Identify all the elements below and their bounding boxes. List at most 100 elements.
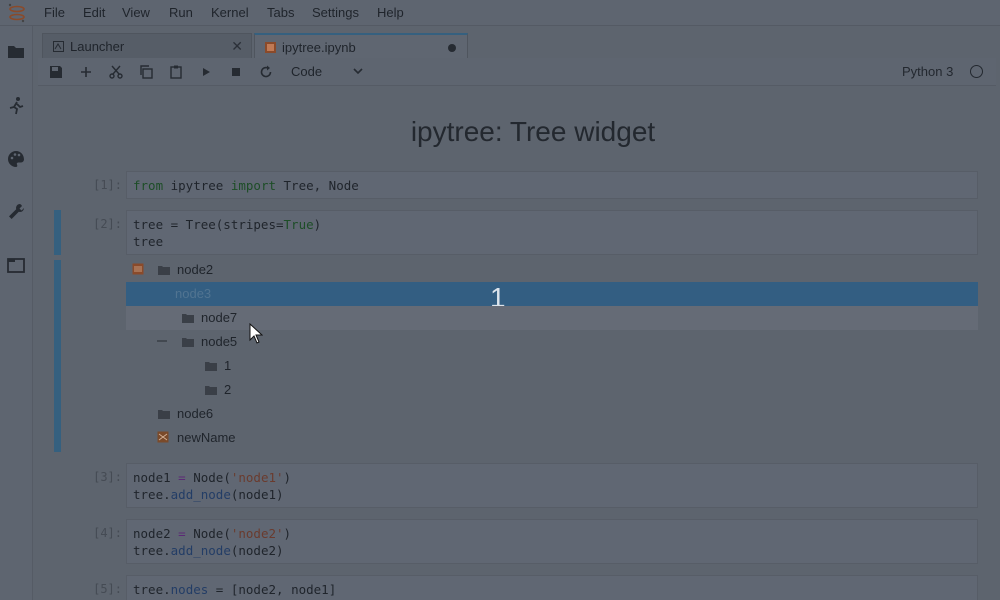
code-token: nodes	[170, 582, 209, 597]
folder-icon	[205, 362, 217, 371]
code-token: import	[230, 178, 276, 193]
checkbox-icon[interactable]	[132, 263, 144, 275]
cut-icon[interactable]	[108, 64, 124, 80]
tree-node-label: node2	[177, 262, 214, 277]
code-token: 'node2'	[230, 526, 284, 541]
menu-run[interactable]: Run	[169, 5, 193, 21]
tabs-icon[interactable]	[6, 255, 26, 275]
close-icon[interactable]: ✕	[231, 38, 243, 55]
palette-icon[interactable]	[6, 149, 26, 169]
menu-file[interactable]: File	[44, 5, 65, 21]
tree-node-label: node5	[201, 334, 238, 349]
folder-icon	[182, 338, 194, 347]
notebook-icon	[265, 42, 276, 53]
output-collapser[interactable]	[54, 260, 61, 452]
tree-node[interactable]: 2	[126, 378, 978, 402]
code-token: node2	[133, 526, 179, 541]
code-token: from	[133, 178, 164, 193]
leaf-icon	[157, 431, 169, 443]
code-cell[interactable]: tree = Tree(stripes=True) tree	[126, 210, 978, 255]
menu-edit[interactable]: Edit	[83, 5, 105, 21]
tree-widget[interactable]: node2 node3 1 node7 node5 1 2 node6 newN…	[126, 258, 978, 462]
left-sidebar	[0, 26, 33, 600]
save-icon[interactable]	[48, 64, 64, 80]
code-token: Node(	[185, 470, 231, 485]
main-area: Launcher ✕ ipytree.ipynb Code Python 3 i…	[38, 26, 996, 600]
menu-tabs[interactable]: Tabs	[267, 5, 294, 21]
folder-icon	[205, 386, 217, 395]
code-token: node1	[133, 470, 179, 485]
notebook-panel[interactable]: ipytree: Tree widget [1]: from ipytree i…	[38, 86, 996, 600]
cell-type-select[interactable]: Code	[291, 64, 322, 79]
menu-view[interactable]: View	[122, 5, 150, 21]
tree-node[interactable]: 1	[126, 354, 978, 378]
code-token: 'node1'	[230, 470, 284, 485]
code-token: ipytree	[163, 178, 231, 193]
jupyter-logo-icon[interactable]	[6, 2, 28, 24]
cell-prompt: [5]:	[93, 582, 122, 596]
wrench-icon[interactable]	[6, 202, 26, 222]
code-cell[interactable]: tree.nodes = [node2, node1]	[126, 575, 978, 600]
tree-node[interactable]: node6	[126, 402, 978, 426]
code-token: tree.	[133, 487, 171, 502]
tab-bar: Launcher ✕ ipytree.ipynb	[38, 33, 996, 59]
tab-launcher-label: Launcher	[70, 39, 125, 54]
chevron-down-icon[interactable]	[351, 64, 365, 78]
tab-launcher[interactable]: Launcher ✕	[42, 33, 252, 59]
cell-prompt: [2]:	[93, 217, 122, 231]
tree-node-label: node6	[177, 406, 214, 421]
notebook-title: ipytree: Tree widget	[410, 116, 656, 147]
code-token: Tree, Node	[276, 178, 359, 193]
copy-icon[interactable]	[138, 64, 154, 80]
tree-node-label: newName	[177, 430, 236, 445]
unsaved-dot-icon[interactable]	[448, 44, 456, 52]
tree-node[interactable]: node2	[126, 258, 978, 282]
input-collapser[interactable]	[54, 210, 61, 255]
code-token: add_node	[170, 543, 231, 558]
cell-prompt: [4]:	[93, 526, 122, 540]
code-token: =	[178, 470, 186, 485]
tree-node-label: node3	[175, 286, 212, 301]
code-cell[interactable]: from ipytree import Tree, Node	[126, 171, 978, 199]
code-token: tree.	[133, 582, 171, 597]
add-cell-icon[interactable]	[78, 64, 94, 80]
paste-icon[interactable]	[168, 64, 184, 80]
stop-icon[interactable]	[228, 64, 244, 80]
folder-icon	[158, 266, 170, 275]
kernel-name[interactable]: Python 3	[902, 64, 953, 79]
code-token: (node1)	[230, 487, 284, 502]
tree-node-selected[interactable]: node3 1	[126, 282, 978, 313]
kernel-status-icon	[970, 65, 983, 78]
cell-prompt: [1]:	[93, 178, 122, 192]
code-token: tree = Tree(stripes=	[133, 217, 284, 232]
tree-node-label: 1	[224, 358, 232, 373]
folder-icon	[158, 410, 170, 419]
cell-prompt: [3]:	[93, 470, 122, 484]
code-token: = [node2, node1]	[208, 582, 337, 597]
tab-notebook[interactable]: ipytree.ipynb	[254, 33, 468, 59]
code-token: =	[178, 526, 186, 541]
jupyterlab-window: File Edit View Run Kernel Tabs Settings …	[0, 0, 1000, 600]
notebook-toolbar: Code Python 3	[38, 58, 996, 86]
code-token: True	[283, 217, 314, 232]
running-icon[interactable]	[6, 96, 26, 116]
menu-kernel[interactable]: Kernel	[211, 5, 249, 21]
code-token: add_node	[170, 487, 231, 502]
tab-notebook-label: ipytree.ipynb	[282, 40, 356, 55]
code-cell[interactable]: node1 = Node('node1') tree.add_node(node…	[126, 463, 978, 508]
menu-settings[interactable]: Settings	[312, 5, 359, 21]
tree-node[interactable]: newName	[126, 426, 978, 450]
code-token: )	[283, 470, 292, 485]
run-icon[interactable]	[198, 64, 214, 80]
menu-bar: File Edit View Run Kernel Tabs Settings …	[0, 0, 1000, 26]
code-token: Node(	[185, 526, 231, 541]
code-cell[interactable]: node2 = Node('node2') tree.add_node(node…	[126, 519, 978, 564]
folder-icon[interactable]	[6, 42, 26, 62]
tree-node-label: node7	[201, 310, 238, 325]
launcher-icon	[53, 41, 64, 52]
code-token: )	[313, 217, 322, 232]
restart-icon[interactable]	[258, 64, 274, 80]
code-token: (node2)	[230, 543, 284, 558]
collapse-icon[interactable]	[156, 335, 168, 347]
menu-help[interactable]: Help	[377, 5, 404, 21]
